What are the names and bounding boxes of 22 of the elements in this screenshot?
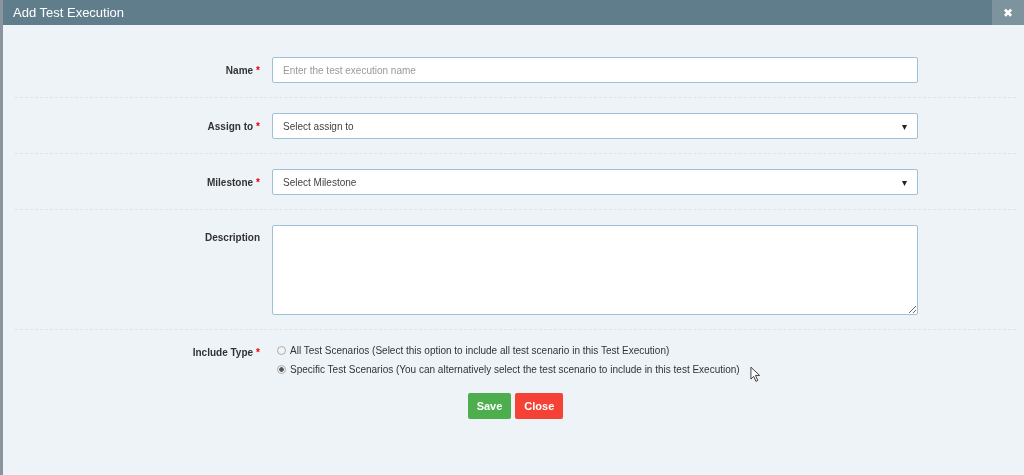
dialog-title: Add Test Execution bbox=[12, 5, 125, 20]
required-mark: * bbox=[256, 347, 260, 358]
caret-icon: ▾ bbox=[902, 176, 907, 188]
radio-label[interactable]: Specific Test Scenarios (You can alternatively select the test scenario to include in this test Execution) bbox=[290, 364, 740, 375]
required-mark: * bbox=[256, 176, 260, 188]
field-label: Assign to bbox=[207, 120, 254, 132]
field-label: Name bbox=[225, 64, 254, 76]
field-label: Description bbox=[205, 232, 260, 243]
required-mark: * bbox=[256, 120, 260, 132]
field-label: Milestone bbox=[206, 176, 254, 188]
select-field[interactable]: Select assign to ▾ bbox=[272, 113, 918, 139]
description-field[interactable] bbox=[272, 225, 918, 315]
radio-label[interactable]: All Test Scenarios (Select this option to include all test scenario in this Test Execution) bbox=[290, 345, 670, 356]
caret-icon: ▾ bbox=[902, 120, 907, 132]
field-label: Include Type bbox=[192, 347, 254, 358]
radio-button[interactable] bbox=[277, 365, 286, 374]
close-button[interactable]: Close bbox=[515, 393, 564, 419]
radio-button[interactable] bbox=[277, 346, 286, 355]
select-field[interactable]: Select Milestone ▾ bbox=[272, 169, 918, 195]
mouse-pointer-icon bbox=[750, 366, 761, 383]
text-field[interactable]: Enter the test execution name bbox=[272, 57, 918, 83]
required-mark: * bbox=[256, 64, 260, 76]
